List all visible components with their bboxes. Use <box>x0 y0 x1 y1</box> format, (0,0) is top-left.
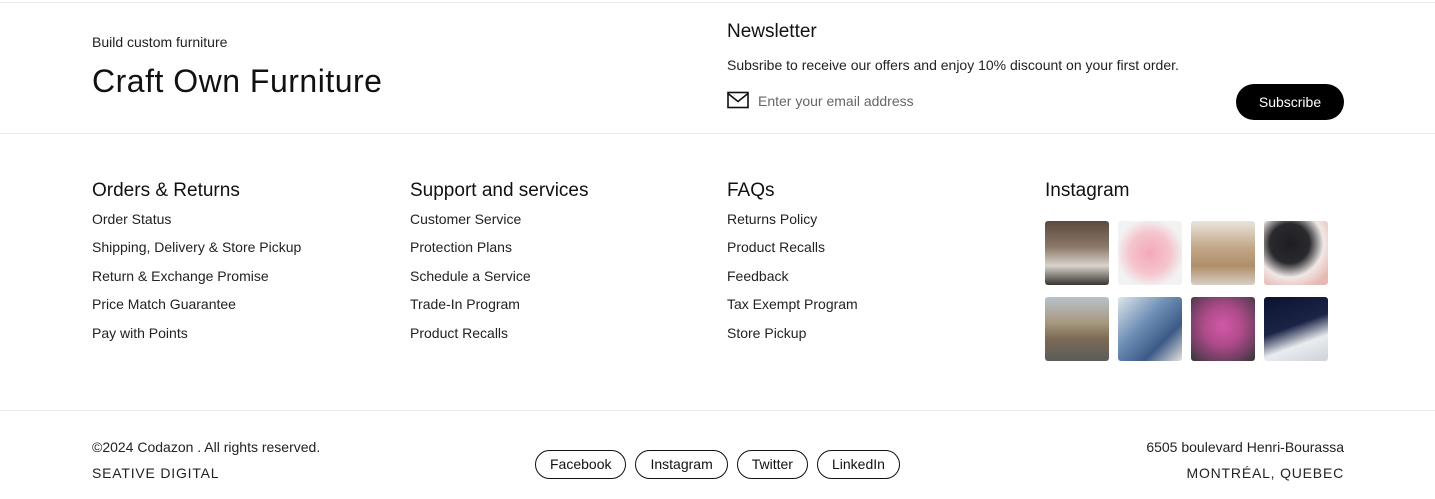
instagram-link[interactable]: Instagram <box>635 450 728 479</box>
column-heading: Orders & Returns <box>92 180 240 201</box>
list-item: Price Match Guarantee <box>92 296 301 324</box>
footer-link[interactable]: Customer Service <box>410 211 521 227</box>
footer-link[interactable]: Shipping, Delivery & Store Pickup <box>92 239 301 255</box>
list-item: Feedback <box>727 268 858 296</box>
footer-link[interactable]: Pay with Points <box>92 325 188 341</box>
footer-link[interactable]: Price Match Guarantee <box>92 296 236 312</box>
footer-link[interactable]: Store Pickup <box>727 325 806 341</box>
faqs-column: FAQs Returns Policy Product Recalls Feed… <box>727 180 858 353</box>
column-heading: Support and services <box>410 180 589 201</box>
link-list: Order Status Shipping, Delivery & Store … <box>92 211 301 353</box>
instagram-heading: Instagram <box>1045 180 1130 201</box>
list-item: Return & Exchange Promise <box>92 268 301 296</box>
facebook-link[interactable]: Facebook <box>535 450 627 479</box>
list-item: Product Recalls <box>727 239 858 267</box>
list-item: Store Pickup <box>727 325 858 353</box>
subscribe-button[interactable]: Subscribe <box>1236 84 1344 120</box>
footer-link[interactable]: Feedback <box>727 268 788 284</box>
instagram-photo[interactable] <box>1118 221 1182 285</box>
bottom-divider <box>0 410 1435 411</box>
footer-link[interactable]: Order Status <box>92 211 171 227</box>
instagram-photo[interactable] <box>1191 221 1255 285</box>
newsletter-block: Newsletter Subsribe to receive our offer… <box>727 21 1344 120</box>
footer-link[interactable]: Returns Policy <box>727 211 817 227</box>
orders-returns-column: Orders & Returns Order Status Shipping, … <box>92 180 301 353</box>
email-input[interactable] <box>758 86 1218 116</box>
list-item: Tax Exempt Program <box>727 296 858 324</box>
middle-divider <box>0 133 1435 134</box>
list-item: Order Status <box>92 211 301 239</box>
instagram-photo[interactable] <box>1264 221 1328 285</box>
twitter-link[interactable]: Twitter <box>736 450 808 479</box>
footer-link[interactable]: Return & Exchange Promise <box>92 268 269 284</box>
footer-link[interactable]: Protection Plans <box>410 239 512 255</box>
newsletter-title: Newsletter <box>727 21 817 42</box>
support-services-column: Support and services Customer Service Pr… <box>410 180 589 353</box>
address-city: MONTRÉAL, QUEBEC <box>1186 465 1344 481</box>
brand-block: Build custom furniture Craft Own Furnitu… <box>92 34 652 100</box>
link-list: Customer Service Protection Plans Schedu… <box>410 211 589 353</box>
footer-link[interactable]: Product Recalls <box>410 325 508 341</box>
list-item: Shipping, Delivery & Store Pickup <box>92 239 301 267</box>
newsletter-form: Subscribe <box>727 84 1344 120</box>
instagram-photo[interactable] <box>1045 297 1109 361</box>
instagram-photo[interactable] <box>1264 297 1328 361</box>
footer-link[interactable]: Schedule a Service <box>410 268 531 284</box>
instagram-photo[interactable] <box>1191 297 1255 361</box>
top-divider <box>0 2 1435 3</box>
list-item: Pay with Points <box>92 325 301 353</box>
list-item: Schedule a Service <box>410 268 589 296</box>
list-item: Protection Plans <box>410 239 589 267</box>
social-links: Facebook Instagram Twitter LinkedIn <box>535 450 900 479</box>
newsletter-description: Subsribe to receive our offers and enjoy… <box>727 57 1179 73</box>
list-item: Trade-In Program <box>410 296 589 324</box>
instagram-grid <box>1045 221 1328 361</box>
list-item: Returns Policy <box>727 211 858 239</box>
copyright-text: ©2024 Codazon . All rights reserved. <box>92 439 321 455</box>
linkedin-link[interactable]: LinkedIn <box>816 450 900 479</box>
brand-tagline: Build custom furniture <box>92 34 228 50</box>
brand-title: Craft Own Furniture <box>92 63 383 99</box>
instagram-photo[interactable] <box>1118 297 1182 361</box>
list-item: Product Recalls <box>410 325 589 353</box>
company-name: SEATIVE DIGITAL <box>92 465 220 481</box>
footer-link[interactable]: Product Recalls <box>727 239 825 255</box>
link-list: Returns Policy Product Recalls Feedback … <box>727 211 858 353</box>
footer-link[interactable]: Tax Exempt Program <box>727 296 858 312</box>
instagram-photo[interactable] <box>1045 221 1109 285</box>
column-heading: FAQs <box>727 180 775 201</box>
instagram-column: Instagram <box>1045 180 1328 361</box>
list-item: Customer Service <box>410 211 589 239</box>
mail-icon <box>727 91 749 109</box>
footer-link[interactable]: Trade-In Program <box>410 296 520 312</box>
address-street: 6505 boulevard Henri-Bourassa <box>1146 439 1344 455</box>
